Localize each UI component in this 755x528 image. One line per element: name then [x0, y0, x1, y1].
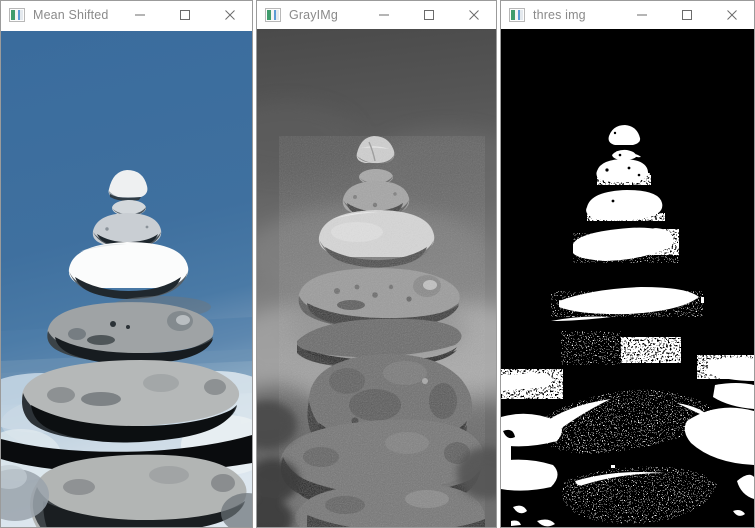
window-controls-gray-img [361, 1, 496, 29]
close-icon [726, 10, 737, 20]
minimize-icon [134, 14, 145, 16]
close-button[interactable] [709, 1, 754, 29]
minimize-icon [378, 14, 389, 16]
titlebar-mean-shifted[interactable]: Mean Shifted [1, 1, 252, 29]
window-title-thres-img: thres img [533, 8, 586, 22]
image-canvas-mean-shifted [1, 31, 252, 527]
minimize-button[interactable] [117, 1, 162, 29]
minimize-button[interactable] [361, 1, 406, 29]
window-thres-img[interactable]: thres img [500, 0, 755, 528]
window-gray-img[interactable]: GrayIMg [256, 0, 497, 528]
maximize-icon [681, 10, 692, 20]
image-canvas-gray-img [257, 29, 496, 527]
close-button[interactable] [207, 1, 252, 29]
desktop-screen: Mean Shifted GrayIMg thres img [0, 0, 755, 528]
minimize-button[interactable] [619, 1, 664, 29]
maximize-button[interactable] [162, 1, 207, 29]
titlebar-gray-img[interactable]: GrayIMg [257, 1, 496, 29]
close-icon [224, 10, 235, 20]
opencv-image-icon [265, 7, 281, 23]
maximize-button[interactable] [664, 1, 709, 29]
window-controls-thres-img [619, 1, 754, 29]
close-icon [468, 10, 479, 20]
minimize-icon [636, 14, 647, 16]
gray-img-rendering [257, 29, 496, 527]
image-canvas-thres-img [501, 29, 754, 527]
window-title-gray-img: GrayIMg [289, 8, 338, 22]
mean-shifted-rendering [1, 31, 252, 527]
titlebar-thres-img[interactable]: thres img [501, 1, 754, 29]
opencv-image-icon [509, 7, 525, 23]
thres-img-rendering [501, 29, 754, 527]
maximize-button[interactable] [406, 1, 451, 29]
maximize-icon [179, 10, 190, 20]
opencv-image-icon [9, 7, 25, 23]
maximize-icon [423, 10, 434, 20]
window-controls-mean-shifted [117, 1, 252, 29]
close-button[interactable] [451, 1, 496, 29]
window-mean-shifted[interactable]: Mean Shifted [0, 0, 253, 528]
window-title-mean-shifted: Mean Shifted [33, 8, 109, 22]
